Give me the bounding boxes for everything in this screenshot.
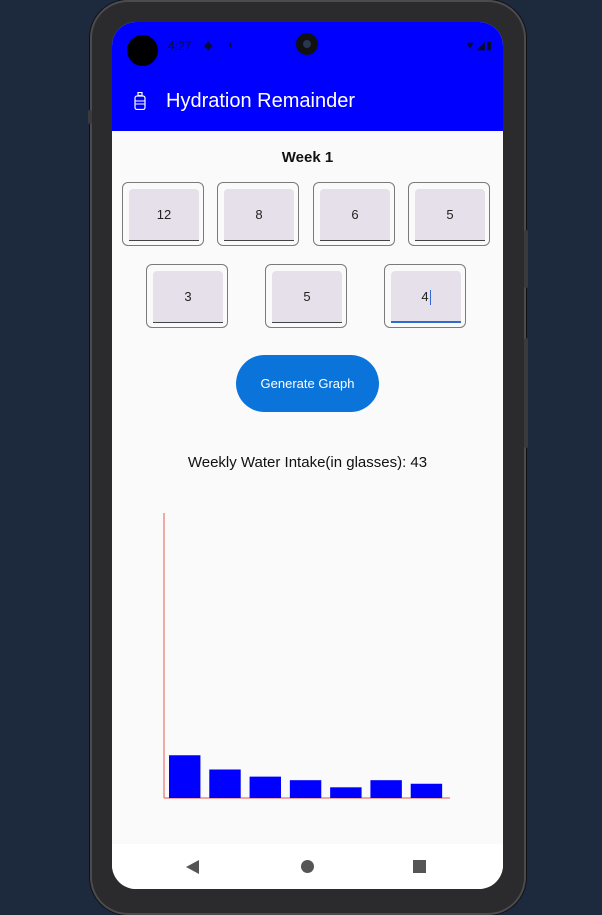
notification-icon: ◆	[204, 40, 213, 52]
day-2-box: 8	[217, 182, 299, 246]
status-time: 4:27	[168, 39, 192, 53]
weekly-intake-summary: Weekly Water Intake(in glasses): 43	[187, 454, 428, 471]
text-cursor	[429, 290, 431, 306]
back-icon[interactable]	[186, 860, 199, 874]
home-icon[interactable]	[301, 860, 314, 873]
volume-button	[524, 230, 528, 288]
day-3-input[interactable]: 6	[320, 189, 390, 241]
wifi-signal-battery-icon: ▼◢▮	[464, 40, 493, 52]
bar-day-7	[410, 783, 443, 798]
app-title: Hydration Remainder	[166, 90, 355, 112]
day-7-input[interactable]: 4	[391, 271, 461, 323]
front-camera-icon	[296, 33, 318, 55]
day-1-box: 12	[122, 182, 204, 246]
app-bar: 4:27 ◆ ◐ ▼◢▮ Hydration Remainder	[112, 22, 503, 131]
day-7-box: 4	[384, 264, 466, 328]
sync-icon: ◐	[228, 39, 235, 51]
day-7-value: 4	[421, 289, 429, 304]
power-button	[524, 338, 528, 448]
day-5-input[interactable]: 3	[153, 271, 223, 323]
phone-screen: 4:27 ◆ ◐ ▼◢▮ Hydration Remainder Week 1 …	[112, 22, 503, 889]
generate-graph-button[interactable]: Generate Graph	[236, 355, 379, 412]
navigation-bar	[112, 844, 503, 889]
day-6-input[interactable]: 5	[272, 271, 342, 323]
bar-day-5	[330, 787, 362, 798]
bar-day-6	[370, 780, 402, 798]
bar-day-4	[289, 780, 322, 798]
week-label: Week 1	[281, 149, 334, 166]
day-3-box: 6	[313, 182, 395, 246]
status-bar: 4:27 ◆ ◐ ▼◢▮	[112, 22, 503, 68]
bar-day-1	[169, 755, 201, 798]
water-bottle-icon	[134, 92, 146, 110]
day-4-input[interactable]: 5	[415, 189, 485, 241]
recent-apps-icon[interactable]	[413, 860, 426, 873]
day-5-box: 3	[146, 264, 228, 328]
day-1-input[interactable]: 12	[129, 189, 199, 241]
side-button-left	[88, 110, 92, 124]
day-6-box: 5	[265, 264, 347, 328]
day-2-input[interactable]: 8	[224, 189, 294, 241]
camera-cutout	[127, 35, 158, 66]
bar-day-3	[249, 776, 281, 798]
water-intake-chart	[163, 513, 450, 799]
day-4-box: 5	[408, 182, 490, 246]
bar-day-2	[209, 769, 241, 798]
